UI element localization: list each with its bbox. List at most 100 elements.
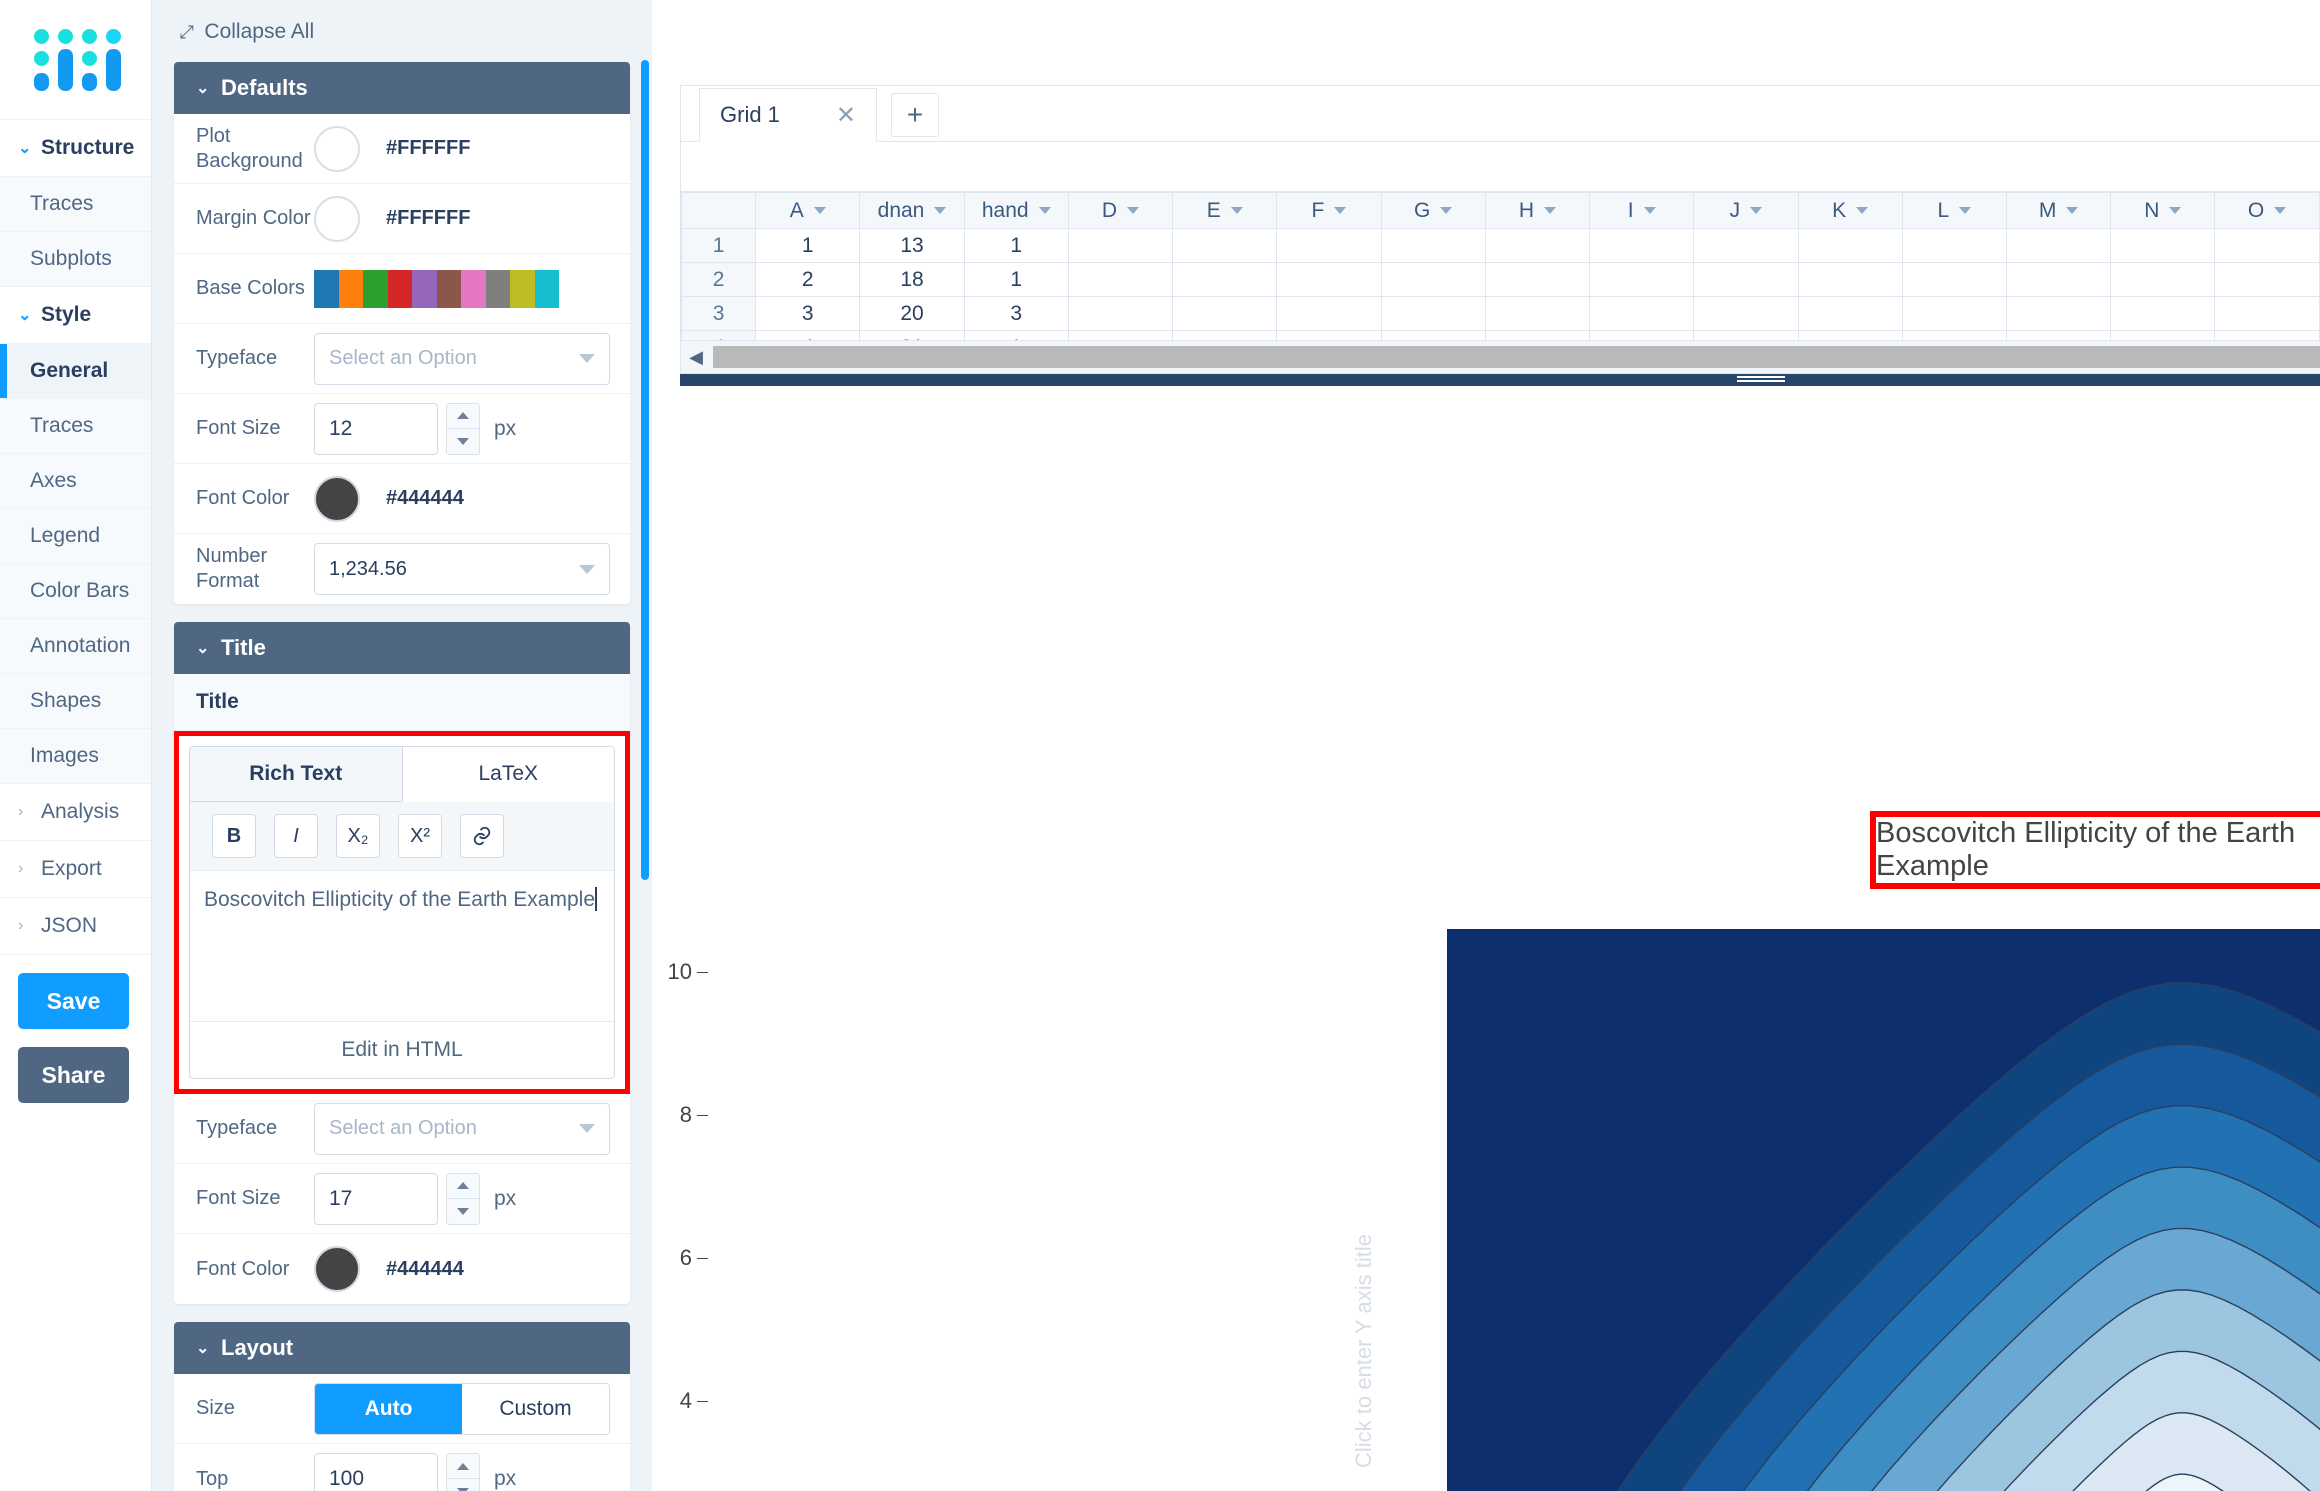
sidebar-item-style-traces[interactable]: Traces <box>0 399 151 454</box>
sidebar-item-annotation[interactable]: Annotation <box>0 619 151 674</box>
row-number[interactable]: 3 <box>681 296 757 331</box>
grid-cell[interactable]: 20 <box>859 296 965 331</box>
defaults-font-size-input[interactable]: 12 <box>314 402 438 455</box>
grid-cell[interactable] <box>1589 262 1695 297</box>
column-header-F[interactable]: F <box>1276 192 1382 229</box>
table-row[interactable]: 44211 <box>681 330 2320 340</box>
base-color-swatch-8[interactable] <box>510 269 535 308</box>
column-header-hand[interactable]: hand <box>963 192 1069 229</box>
grid-cell[interactable] <box>2214 296 2320 331</box>
grid-cell[interactable] <box>1901 330 2007 340</box>
share-button[interactable]: Share <box>18 1047 129 1103</box>
defaults-font-color-swatch[interactable] <box>314 475 360 522</box>
stepper-up[interactable] <box>446 1453 480 1479</box>
layout-card-header[interactable]: ⌄ Layout <box>174 1322 630 1374</box>
stepper-down[interactable] <box>446 1479 480 1491</box>
grid-cell[interactable] <box>1797 330 1903 340</box>
table-row[interactable]: 1 1 13 1 <box>681 228 2320 263</box>
row-number[interactable]: 2 <box>681 262 757 297</box>
grid-cell[interactable]: 13 <box>859 228 965 263</box>
tab-rich-text[interactable]: Rich Text <box>190 747 402 802</box>
defaults-card-header[interactable]: ⌄ Defaults <box>174 62 630 114</box>
grid-cell[interactable] <box>1276 262 1382 297</box>
grid-cell[interactable] <box>1901 262 2007 297</box>
add-grid-tab-button[interactable]: + <box>891 93 939 137</box>
table-row[interactable]: 2 2 18 1 <box>681 262 2320 297</box>
grid-cell[interactable]: 3 <box>963 296 1069 331</box>
column-header-N[interactable]: N <box>2110 192 2216 229</box>
grid-cell[interactable]: 18 <box>859 262 965 297</box>
base-color-swatch-9[interactable] <box>534 269 559 308</box>
superscript-icon[interactable]: X² <box>398 814 442 858</box>
nav-group-structure[interactable]: ⌄ Structure <box>0 120 151 177</box>
column-header-G[interactable]: G <box>1380 192 1486 229</box>
y-axis-title-placeholder[interactable]: Click to enter Y axis title <box>1351 1234 1377 1468</box>
margin-color-swatch[interactable] <box>314 195 360 242</box>
row-number[interactable]: 1 <box>681 228 757 263</box>
base-colors-palette[interactable] <box>314 269 559 308</box>
size-mode-toggle[interactable]: Auto Custom <box>314 1382 610 1435</box>
grid-cell[interactable] <box>1484 296 1591 331</box>
base-color-swatch-0[interactable] <box>314 269 339 308</box>
spreadsheet[interactable]: AdnanhandDEFGHIJKLMNOPQRST11131221813320… <box>681 192 2320 340</box>
grid-cell[interactable] <box>2005 330 2112 340</box>
grid-cell[interactable] <box>2214 262 2320 297</box>
stepper-down[interactable] <box>446 428 480 455</box>
scroll-thumb[interactable] <box>713 346 2320 368</box>
grid-cell[interactable]: 4 <box>755 330 861 340</box>
grid-cell[interactable]: 3 <box>755 296 861 331</box>
panel-scrollbar[interactable] <box>641 60 649 880</box>
column-header-A[interactable]: A <box>755 192 861 229</box>
sidebar-item-legend[interactable]: Legend <box>0 509 151 564</box>
grid-cell[interactable] <box>1589 296 1695 331</box>
grid-cell[interactable] <box>1693 330 1799 340</box>
sidebar-item-axes[interactable]: Axes <box>0 454 151 509</box>
scroll-left-icon[interactable]: ◀ <box>681 341 711 373</box>
column-header-L[interactable]: L <box>1901 192 2007 229</box>
grid-cell[interactable] <box>1276 296 1382 331</box>
grid-horizontal-scrollbar[interactable]: ◀ ▶ <box>680 340 2320 374</box>
row-number[interactable]: 4 <box>681 330 757 340</box>
formula-bar[interactable] <box>681 142 2320 192</box>
column-header-dnan[interactable]: dnan <box>859 192 965 229</box>
base-color-swatch-6[interactable] <box>461 269 486 308</box>
column-header-O[interactable]: O <box>2214 192 2320 229</box>
sidebar-item-structure-traces[interactable]: Traces <box>0 177 151 232</box>
grid-cell[interactable] <box>1172 228 1278 263</box>
title-typeface-select[interactable]: Select an Option <box>314 1102 610 1155</box>
grid-cell[interactable] <box>1276 228 1382 263</box>
grid-cell[interactable] <box>1172 262 1278 297</box>
grid-cell[interactable] <box>1797 228 1903 263</box>
sidebar-item-general[interactable]: General <box>0 344 151 399</box>
number-format-select[interactable]: 1,234.56 <box>314 543 610 595</box>
grid-cell[interactable] <box>1172 330 1278 340</box>
base-color-swatch-5[interactable] <box>436 269 461 308</box>
title-font-color-swatch[interactable] <box>314 1246 360 1292</box>
collapse-all-button[interactable]: ⤡ Collapse All <box>152 0 652 62</box>
grid-cell[interactable] <box>1067 228 1174 263</box>
column-header-H[interactable]: H <box>1484 192 1591 229</box>
grid-cell[interactable]: 1 <box>755 228 861 263</box>
stepper-up[interactable] <box>446 402 480 429</box>
column-header-M[interactable]: M <box>2005 192 2112 229</box>
title-font-size-stepper[interactable] <box>446 1172 480 1225</box>
nav-group-analysis[interactable]: › Analysis <box>0 784 151 841</box>
sidebar-item-subplots[interactable]: Subplots <box>0 232 151 287</box>
table-row[interactable]: 3 3 20 3 <box>681 296 2320 331</box>
nav-group-export[interactable]: › Export <box>0 841 151 898</box>
grid-cell[interactable] <box>1067 262 1174 297</box>
base-color-swatch-2[interactable] <box>363 269 388 308</box>
grid-cell[interactable] <box>1276 330 1382 340</box>
stepper-down[interactable] <box>446 1198 480 1225</box>
bold-icon[interactable]: B <box>212 814 256 858</box>
grid-cell[interactable] <box>1797 296 1903 331</box>
grid-cell[interactable] <box>1484 262 1591 297</box>
grid-cell[interactable] <box>1380 262 1486 297</box>
close-icon[interactable]: ✕ <box>836 101 856 130</box>
defaults-typeface-select[interactable]: Select an Option <box>314 332 610 385</box>
save-button[interactable]: Save <box>18 973 129 1029</box>
title-card-header[interactable]: ⌄ Title <box>174 622 630 674</box>
grid-cell[interactable]: 21 <box>859 330 965 340</box>
sidebar-item-images[interactable]: Images <box>0 729 151 784</box>
top-stepper[interactable] <box>446 1453 480 1491</box>
